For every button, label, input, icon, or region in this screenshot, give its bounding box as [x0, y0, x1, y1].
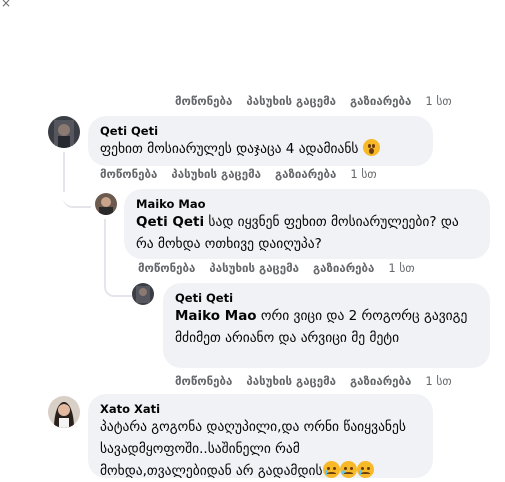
- timestamp[interactable]: 1 სთ: [350, 167, 376, 181]
- comment-text: Maiko Mao ორი ვიცი და 2 როგორც გავიგე მძ…: [175, 308, 468, 346]
- like-button[interactable]: მოწონება: [175, 374, 232, 388]
- action-row: მოწონება პასუხის გაცემა გაზიარება 1 სთ: [138, 261, 415, 275]
- share-button[interactable]: გაზიარება: [275, 167, 336, 181]
- reply-button[interactable]: პასუხის გაცემა: [246, 94, 336, 108]
- comment-bubble: Xato Xati პატარა გოგონა დაღუპილი,და ორნი…: [88, 394, 433, 479]
- share-button[interactable]: გაზიარება: [313, 261, 374, 275]
- comment-bubble: Maiko Mao Qeti Qeti სად იყვნენ ფეხით მოს…: [124, 189, 490, 259]
- avatar[interactable]: [132, 283, 154, 305]
- like-button[interactable]: მოწონება: [100, 167, 157, 181]
- action-row-top: მოწონება პასუხის გაცემა გაზიარება 1 სთ: [175, 94, 452, 108]
- thread-connector: [63, 170, 91, 208]
- comment-author[interactable]: Xato Xati: [100, 402, 421, 416]
- comment-text: ფეხით მოსიარულეს დაჯაცა 4 ადამიანს: [100, 138, 421, 160]
- thread-connector: [104, 265, 134, 297]
- avatar[interactable]: [48, 116, 80, 148]
- comment-author[interactable]: Qeti Qeti: [100, 124, 421, 138]
- share-button[interactable]: გაზიარება: [350, 374, 411, 388]
- action-row: მოწონება პასუხის გაცემა გაზიარება 1 სთ: [175, 374, 452, 388]
- sad-emoji-icon: [322, 461, 340, 478]
- reply-button[interactable]: პასუხის გაცემა: [246, 374, 336, 388]
- comment-author[interactable]: Qeti Qeti: [175, 291, 478, 305]
- comment-text: პატარა გოგონა დაღუპილი,და ორნი წაიყვანეს…: [100, 419, 406, 479]
- mention-link[interactable]: Maiko Mao: [175, 308, 257, 324]
- comment-bubble: Qeti Qeti ფეხით მოსიარულეს დაჯაცა 4 ადამ…: [88, 116, 433, 166]
- reply-button[interactable]: პასუხის გაცემა: [171, 167, 261, 181]
- comment-text: Qeti Qeti სად იყვნენ ფეხით მოსიარულეები?…: [136, 214, 459, 252]
- sad-emoji-icon: [339, 461, 357, 478]
- timestamp[interactable]: 1 სთ: [388, 261, 414, 275]
- mention-link[interactable]: Qeti Qeti: [136, 214, 204, 230]
- close-icon[interactable]: ×: [1, 0, 11, 10]
- comment-bubble: Qeti Qeti Maiko Mao ორი ვიცი და 2 როგორც…: [163, 283, 490, 368]
- comment-author[interactable]: Maiko Mao: [136, 197, 478, 211]
- share-button[interactable]: გაზიარება: [350, 94, 411, 108]
- sad-emoji-icon: [356, 461, 374, 478]
- reply-button[interactable]: პასუხის გაცემა: [209, 261, 299, 275]
- avatar[interactable]: [95, 193, 117, 215]
- avatar[interactable]: [48, 396, 80, 428]
- timestamp[interactable]: 1 სთ: [425, 374, 451, 388]
- action-row: მოწონება პასუხის გაცემა გაზიარება 1 სთ: [100, 167, 377, 181]
- like-button[interactable]: მოწონება: [138, 261, 195, 275]
- wow-emoji-icon: [362, 139, 380, 156]
- timestamp[interactable]: 1 სთ: [425, 94, 451, 108]
- like-button[interactable]: მოწონება: [175, 94, 232, 108]
